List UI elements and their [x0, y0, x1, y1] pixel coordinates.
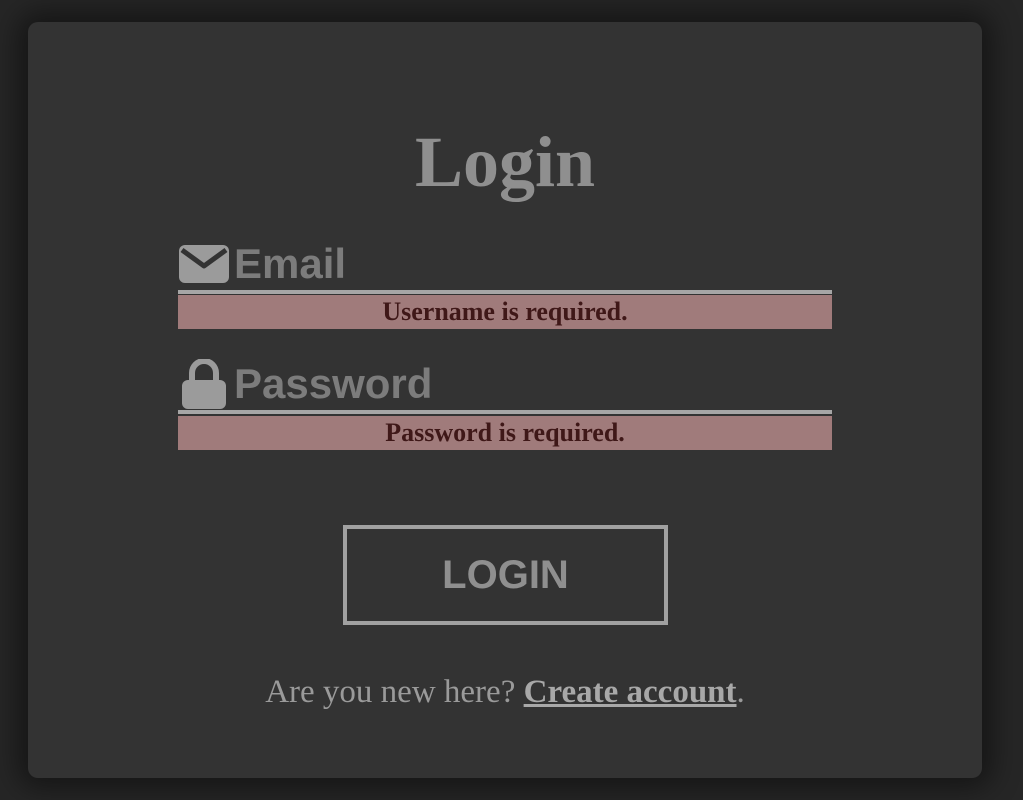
password-field[interactable]	[178, 410, 832, 414]
email-field[interactable]	[178, 290, 832, 294]
email-label-text: Email	[234, 240, 347, 287]
create-account-link[interactable]: Create account	[524, 674, 737, 710]
lock-icon	[178, 359, 230, 409]
login-button[interactable]: LOGIN	[343, 525, 668, 625]
page-title: Login	[414, 122, 596, 202]
email-label: Email	[178, 240, 346, 288]
login-card: Login Email Username is required. Passwo…	[28, 22, 982, 778]
password-label-text: Password	[234, 360, 433, 407]
password-label: Password	[178, 359, 433, 409]
envelope-icon	[178, 245, 230, 283]
signup-prompt: Are you new here? Create account.	[28, 674, 982, 711]
email-error-message: Username is required.	[178, 295, 832, 329]
signup-prompt-text: Are you new here?	[265, 674, 524, 710]
password-error-message: Password is required.	[178, 416, 832, 450]
signup-suffix: .	[736, 674, 745, 710]
